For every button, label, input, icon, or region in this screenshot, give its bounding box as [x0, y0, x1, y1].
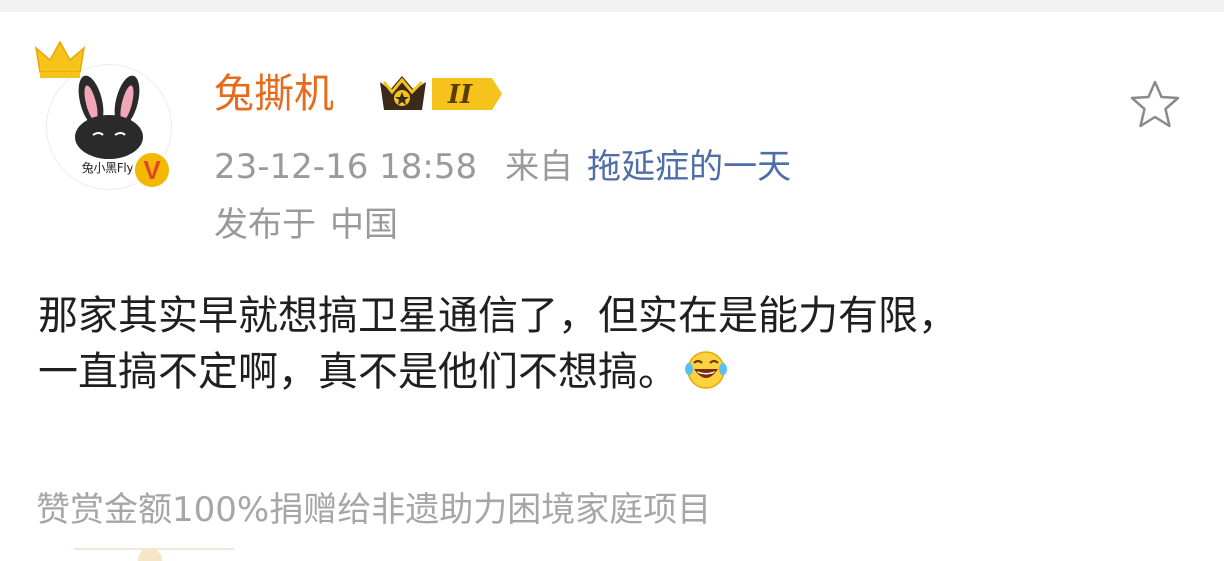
laughing-tears-emoji-icon — [685, 351, 727, 389]
source-app-link[interactable]: 拖延症的一天 — [587, 147, 791, 187]
star-outline-icon[interactable] — [1128, 78, 1182, 132]
source-prefix: 来自 — [505, 147, 574, 187]
level-badge-icon[interactable]: II — [376, 70, 504, 118]
post-body-line-1: 那家其实早就想搞卫星通信了，但实在是能力有限， — [38, 293, 958, 339]
post-location: 发布于 中国 — [214, 202, 398, 248]
author-name[interactable]: 兔撕机 — [214, 66, 334, 122]
post-timestamp: 23-12-16 18:58 — [214, 147, 478, 187]
top-divider — [0, 0, 1224, 12]
author-avatar-group[interactable]: 兔小黑Flyi V — [34, 38, 184, 198]
post-body: 那家其实早就想搞卫星通信了，但实在是能力有限， 一直搞不定啊，真不是他们不想搞。 — [38, 288, 1198, 400]
post-body-line-2: 一直搞不定啊，真不是他们不想搞。 — [38, 344, 1198, 400]
post-meta: 23-12-16 18:58 来自 拖延症的一天 — [214, 144, 791, 190]
location-prefix: 发布于 — [214, 205, 316, 245]
reward-notice[interactable]: 赞赏金额100%捐赠给非遗助力困境家庭项目 — [36, 486, 711, 534]
location-value: 中国 — [330, 205, 398, 245]
level-badge-label: II — [447, 80, 473, 110]
crown-icon — [34, 40, 86, 78]
verified-badge[interactable]: V — [132, 150, 172, 190]
post-body-line-2-text: 一直搞不定啊，真不是他们不想搞。 — [38, 349, 678, 395]
